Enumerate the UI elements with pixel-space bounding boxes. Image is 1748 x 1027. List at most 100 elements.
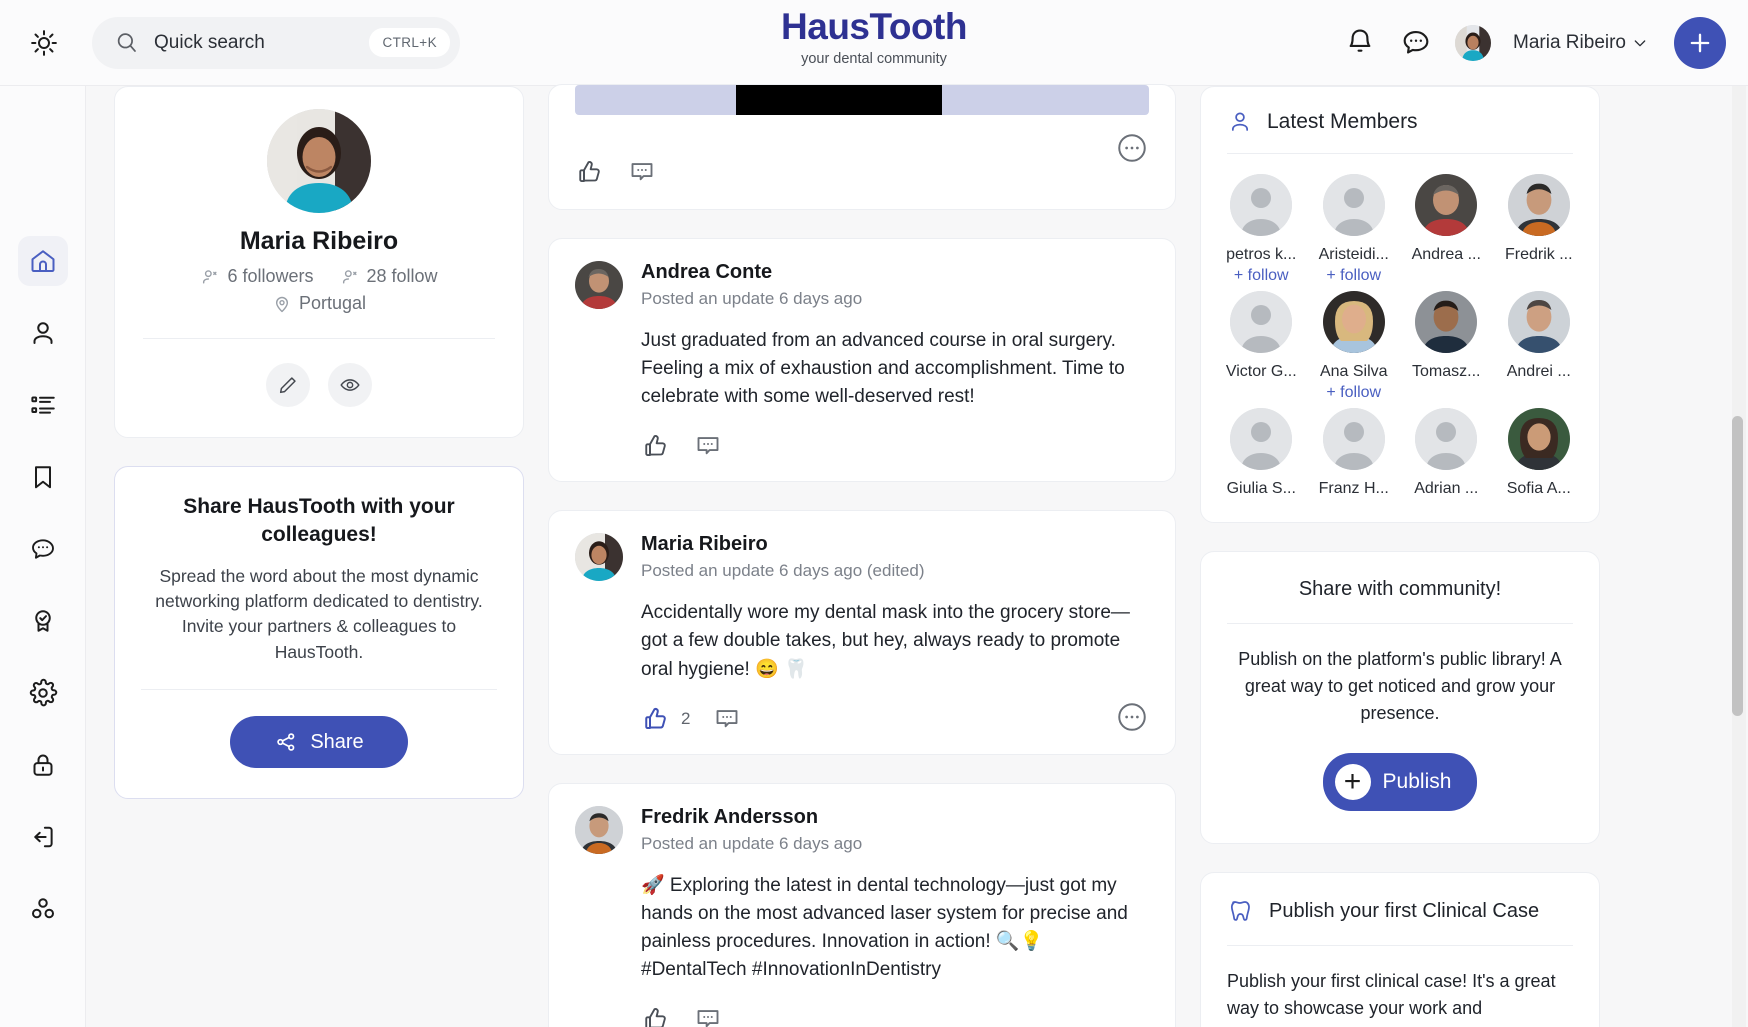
list-item[interactable]: Fredrik ... — [1495, 174, 1584, 285]
profile-avatar[interactable] — [267, 109, 371, 213]
sidebar-item-badges[interactable] — [18, 596, 68, 646]
more-options-icon — [1118, 134, 1146, 162]
follow-button[interactable]: + follow — [1310, 267, 1399, 285]
avatar[interactable] — [1415, 291, 1478, 353]
divider — [1227, 623, 1573, 624]
like-button[interactable] — [575, 157, 605, 187]
like-button[interactable] — [641, 431, 671, 461]
user-name-label: Maria Ribeiro — [1513, 32, 1626, 53]
scrollbar-thumb[interactable] — [1732, 416, 1743, 716]
avatar-placeholder-icon — [1322, 174, 1385, 236]
following-stat[interactable]: 28 follow — [340, 266, 438, 287]
list-item[interactable]: petros k... + follow — [1217, 174, 1306, 285]
avatar[interactable] — [1230, 291, 1293, 353]
home-icon — [31, 250, 54, 272]
comment-button[interactable] — [693, 1004, 723, 1027]
post-header: Andrea Conte Posted an update 6 days ago — [575, 261, 1149, 309]
share-community-title: Share with community! — [1298, 578, 1502, 600]
post-more-button[interactable] — [1115, 131, 1149, 165]
list-item[interactable]: Victor G... — [1217, 291, 1306, 402]
share-button[interactable]: Share — [230, 716, 408, 769]
avatar[interactable] — [1415, 408, 1478, 470]
avatar[interactable] — [1230, 174, 1293, 236]
comment-button[interactable] — [712, 704, 742, 734]
list-item[interactable]: Adrian ... — [1402, 408, 1491, 498]
post-header: Fredrik Andersson Posted an update 6 day… — [575, 805, 1149, 854]
avatar[interactable] — [1507, 408, 1570, 470]
plus-icon — [1690, 33, 1710, 53]
eye-icon — [340, 379, 360, 391]
post-author-name[interactable]: Fredrik Andersson — [641, 806, 862, 829]
comment-button[interactable] — [693, 431, 723, 461]
list-item[interactable]: Sofia A... — [1495, 408, 1584, 498]
thumbs-up-icon — [645, 435, 666, 457]
comment-button[interactable] — [627, 157, 657, 187]
sidebar-item-groups[interactable] — [18, 884, 68, 934]
avatar[interactable] — [1322, 408, 1385, 470]
lock-icon — [32, 754, 53, 776]
sidebar-item-settings[interactable] — [18, 668, 68, 718]
user-menu[interactable]: Maria Ribeiro — [1513, 32, 1648, 54]
avatar[interactable] — [575, 261, 623, 309]
publish-button[interactable]: + Publish — [1322, 753, 1478, 811]
post-actions — [641, 1004, 1149, 1027]
list-item[interactable]: Franz H... — [1310, 408, 1399, 498]
member-name: Andrea ... — [1411, 246, 1481, 263]
post-author-name[interactable]: Andrea Conte — [641, 261, 862, 284]
following-icon — [342, 269, 357, 284]
list-item[interactable]: Ana Silva + follow — [1310, 291, 1399, 402]
sidebar-item-home[interactable] — [17, 236, 68, 286]
avatar[interactable] — [1455, 25, 1492, 61]
sidebar-item-profile[interactable] — [18, 308, 68, 358]
like-button[interactable] — [641, 1004, 671, 1027]
brand-name-part2: Tooth — [869, 6, 968, 47]
avatar[interactable] — [1322, 174, 1385, 236]
view-profile-button[interactable] — [328, 363, 372, 407]
profile-actions — [143, 363, 495, 407]
list-item[interactable]: Aristeidi... + follow — [1310, 174, 1399, 285]
share-community-description: Publish on the platform's public library… — [1238, 649, 1562, 723]
left-rail — [0, 86, 86, 1027]
search-input[interactable]: Quick search CTRL+K — [92, 16, 460, 69]
post-media-thumbnail[interactable] — [575, 85, 1149, 115]
list-item[interactable]: Andrei ... — [1495, 291, 1584, 402]
top-bar: Quick search CTRL+K HausTooth your denta… — [0, 0, 1748, 86]
list-item[interactable]: Giulia S... — [1217, 408, 1306, 498]
avatar[interactable] — [1415, 174, 1478, 236]
avatar[interactable] — [575, 533, 623, 582]
post-author-name[interactable]: Maria Ribeiro — [641, 533, 925, 556]
page-scrollbar[interactable] — [1732, 86, 1746, 1027]
sidebar-item-messages[interactable] — [18, 524, 68, 574]
bell-icon[interactable] — [1343, 26, 1377, 60]
follow-button[interactable]: + follow — [1310, 384, 1399, 402]
brand-logo[interactable]: HausTooth your dental community — [781, 8, 967, 67]
avatar[interactable] — [1507, 291, 1570, 353]
avatar[interactable] — [575, 805, 623, 854]
avatar[interactable] — [1322, 291, 1385, 353]
avatar[interactable] — [1230, 408, 1293, 470]
follow-button[interactable]: + follow — [1217, 267, 1306, 285]
member-name: Adrian ... — [1414, 480, 1479, 497]
post-card: Andrea Conte Posted an update 6 days ago… — [548, 238, 1176, 483]
brand-name: HausTooth — [781, 8, 967, 45]
edit-profile-button[interactable] — [266, 363, 310, 407]
post-actions — [549, 134, 1175, 209]
profile-stats: 6 followers 28 follow — [143, 266, 495, 287]
sidebar-item-feed[interactable] — [18, 380, 68, 430]
sidebar-item-privacy[interactable] — [18, 740, 68, 790]
chat-bubble-icon[interactable] — [1399, 26, 1433, 60]
latest-members-header: Latest Members — [1201, 87, 1599, 135]
list-item[interactable]: Tomasz... — [1402, 291, 1491, 402]
thumbs-up-icon — [645, 1008, 666, 1027]
avatar[interactable] — [1507, 174, 1570, 236]
like-button[interactable]: 2 — [641, 704, 690, 734]
sidebar-item-bookmarks[interactable] — [18, 452, 68, 502]
create-button[interactable] — [1674, 17, 1726, 69]
post-more-button[interactable] — [1115, 700, 1149, 734]
list-item[interactable]: Andrea ... — [1402, 174, 1491, 285]
theme-toggle-button[interactable] — [18, 17, 70, 69]
post-body: 🚀 Exploring the latest in dental technol… — [641, 874, 1128, 980]
location-label: Portugal — [298, 293, 367, 313]
followers-stat[interactable]: 6 followers — [200, 266, 314, 287]
sidebar-item-logout[interactable] — [18, 812, 68, 862]
